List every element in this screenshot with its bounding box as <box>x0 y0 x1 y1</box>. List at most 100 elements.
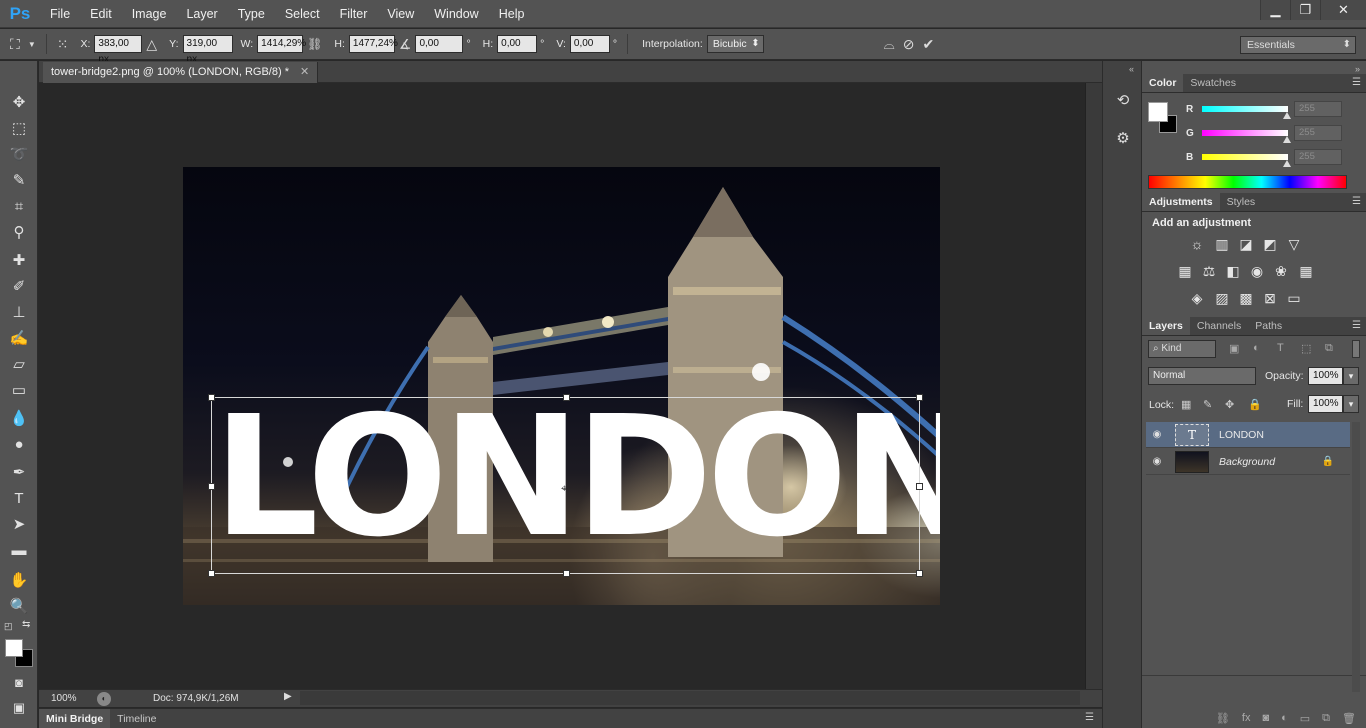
transform-handle-bottom-right[interactable] <box>916 570 923 577</box>
hand-tool-icon[interactable]: ✋ <box>7 569 31 591</box>
panel-menu-icon[interactable]: ☰ <box>1352 320 1361 331</box>
menu-file[interactable]: File <box>40 0 80 28</box>
clone-stamp-tool-icon[interactable]: ⊥ <box>7 301 31 323</box>
quick-mask-icon[interactable]: ◙ <box>7 671 31 693</box>
delete-layer-icon[interactable]: 🗑 <box>1342 712 1356 725</box>
workspace-select[interactable]: Essentials <box>1240 36 1356 54</box>
vertical-scrollbar[interactable] <box>1085 83 1102 689</box>
color-balance-icon[interactable]: ⚖ <box>1200 263 1218 279</box>
add-mask-icon[interactable]: ◙ <box>1262 712 1269 724</box>
red-slider[interactable] <box>1202 106 1291 119</box>
warp-icon[interactable]: ⌓ <box>884 36 895 53</box>
menu-window[interactable]: Window <box>424 0 488 28</box>
layer-row-background[interactable]: ◉ Background 🔒 <box>1146 449 1350 475</box>
color-spectrum-ramp[interactable] <box>1148 175 1347 189</box>
tab-channels[interactable]: Channels <box>1190 317 1248 335</box>
layers-scrollbar[interactable] <box>1352 422 1360 692</box>
panel-menu-icon[interactable]: ☰ <box>1352 77 1361 88</box>
menu-help[interactable]: Help <box>489 0 535 28</box>
collapse-arrows-icon[interactable]: « <box>1129 64 1134 74</box>
curves-icon[interactable]: ◪ <box>1237 236 1255 252</box>
gradient-tool-icon[interactable]: ▭ <box>7 379 31 401</box>
width-field[interactable]: 1414,29% <box>257 35 306 53</box>
healing-brush-tool-icon[interactable]: ✚ <box>7 249 31 271</box>
tab-mini-bridge[interactable]: Mini Bridge <box>39 709 111 728</box>
swap-colors-icon[interactable]: ⇆ <box>22 619 30 630</box>
lock-image-icon[interactable]: ✎ <box>1203 398 1212 411</box>
threshold-icon[interactable]: ▩ <box>1237 290 1255 306</box>
status-menu-arrow-icon[interactable]: ▶ <box>284 691 292 702</box>
channel-mixer-icon[interactable]: ❀ <box>1272 263 1290 279</box>
minimize-button[interactable]: ▁ <box>1260 0 1290 20</box>
restore-button[interactable]: ❐ <box>1290 0 1320 20</box>
close-tab-icon[interactable]: ✕ <box>300 66 309 78</box>
tab-layers[interactable]: Layers <box>1142 317 1190 335</box>
transform-handle-bottom[interactable] <box>563 570 570 577</box>
posterize-icon[interactable]: ▨ <box>1213 290 1231 306</box>
levels-icon[interactable]: ▥ <box>1213 236 1231 252</box>
blue-slider[interactable] <box>1202 154 1291 167</box>
lock-position-icon[interactable]: ✥ <box>1225 398 1234 411</box>
new-group-icon[interactable]: ▭ <box>1300 712 1310 725</box>
photo-filter-icon[interactable]: ◉ <box>1248 263 1266 279</box>
lock-all-icon[interactable]: 🔒 <box>1248 398 1262 411</box>
marquee-tool-icon[interactable]: ⬚ <box>7 117 31 139</box>
filter-adjustment-icon[interactable]: ◐ <box>1253 342 1260 354</box>
green-value-field[interactable]: 255 <box>1294 125 1342 141</box>
height-field[interactable]: 1477,24% <box>348 35 398 53</box>
menu-type[interactable]: Type <box>228 0 275 28</box>
rectangle-tool-icon[interactable]: ▬ <box>7 539 31 561</box>
exposure-icon[interactable]: ◩ <box>1261 236 1279 252</box>
history-panel-icon[interactable]: ⟲ <box>1114 91 1132 109</box>
menu-filter[interactable]: Filter <box>330 0 378 28</box>
zoom-level[interactable]: 100% <box>39 693 89 704</box>
link-layers-icon[interactable]: ⛓ <box>1216 712 1230 725</box>
horizontal-scrollbar[interactable] <box>300 691 1080 705</box>
green-slider[interactable] <box>1202 130 1291 143</box>
tab-paths[interactable]: Paths <box>1248 317 1289 335</box>
fill-field[interactable]: 100% <box>1308 395 1343 413</box>
eye-icon[interactable]: ◉ <box>1146 429 1168 440</box>
dodge-tool-icon[interactable]: ● <box>7 433 31 455</box>
layer-row-london[interactable]: ◉ T LONDON <box>1146 422 1350 448</box>
brush-tool-icon[interactable]: ✐ <box>7 275 31 297</box>
filter-pixel-icon[interactable]: ▣ <box>1229 342 1239 355</box>
quick-selection-tool-icon[interactable]: ✎ <box>7 169 31 191</box>
status-info-icon[interactable]: ◐ <box>97 691 111 706</box>
filter-toggle[interactable] <box>1352 340 1360 358</box>
transform-handle-right[interactable] <box>916 483 923 490</box>
cancel-transform-icon[interactable]: ⊘ <box>903 36 915 53</box>
eraser-tool-icon[interactable]: ▱ <box>7 353 31 375</box>
crop-tool-icon[interactable]: ⌗ <box>7 195 31 217</box>
y-field[interactable]: 319,00 px <box>182 35 233 65</box>
hskew-field[interactable]: 0,00 <box>497 35 538 53</box>
filter-smart-object-icon[interactable]: ⧉ <box>1325 342 1333 355</box>
transform-handle-left[interactable] <box>208 483 215 490</box>
color-foreground-swatch[interactable] <box>1148 102 1168 122</box>
move-tool-icon[interactable]: ✥ <box>7 91 31 113</box>
path-selection-tool-icon[interactable]: ➤ <box>7 513 31 535</box>
tab-styles[interactable]: Styles <box>1220 193 1263 211</box>
slider-thumb[interactable] <box>1283 136 1291 143</box>
document-tab[interactable]: tower-bridge2.png @ 100% (LONDON, RGB/8)… <box>43 62 319 83</box>
brightness-contrast-icon[interactable]: ☼ <box>1188 236 1206 252</box>
menu-image[interactable]: Image <box>122 0 177 28</box>
layer-style-icon[interactable]: fx <box>1242 712 1251 724</box>
transform-handle-top-right[interactable] <box>916 394 923 401</box>
chevron-down-icon[interactable]: ▼ <box>28 40 36 49</box>
screen-mode-icon[interactable]: ▣ <box>7 697 31 719</box>
menu-layer[interactable]: Layer <box>176 0 227 28</box>
commit-transform-icon[interactable]: ✔ <box>922 36 934 53</box>
pen-tool-icon[interactable]: ✒ <box>7 461 31 483</box>
expand-arrows-icon[interactable]: » <box>1355 64 1360 74</box>
fill-dropdown-icon[interactable]: ▾ <box>1343 395 1359 413</box>
properties-panel-icon[interactable]: ⚙ <box>1114 129 1132 147</box>
close-button[interactable]: ✕ <box>1320 0 1366 20</box>
panel-menu-icon[interactable]: ☰ <box>1352 196 1361 207</box>
black-white-icon[interactable]: ◧ <box>1224 263 1242 279</box>
menu-view[interactable]: View <box>377 0 424 28</box>
angle-field[interactable]: 0,00 <box>415 35 464 53</box>
reference-point-icon[interactable]: ⌖ <box>561 481 568 496</box>
interpolation-select[interactable]: Bicubic <box>706 35 764 53</box>
vibrance-icon[interactable]: ▽ <box>1285 236 1303 252</box>
